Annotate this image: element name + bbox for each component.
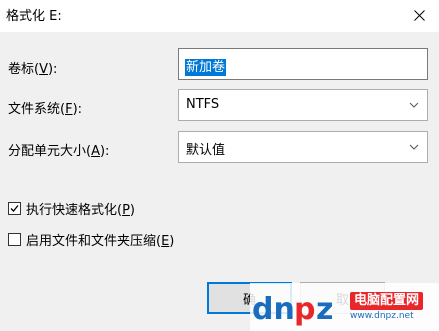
- quick-format-checkbox[interactable]: [8, 202, 21, 215]
- title-bar: 格式化 E:: [0, 0, 439, 32]
- chevron-down-icon: [409, 144, 419, 150]
- quick-format-label: 执行快速格式化(P): [26, 203, 135, 218]
- volume-label-input[interactable]: 新加卷: [178, 48, 428, 80]
- chevron-down-icon: [409, 102, 419, 108]
- compression-checkbox[interactable]: [8, 233, 21, 246]
- filesystem-caption: 文件系统(F):: [8, 102, 83, 117]
- allocation-caption: 分配单元大小(A):: [8, 144, 110, 159]
- svg-text:z: z: [316, 292, 333, 327]
- allocation-value: 默认值: [186, 143, 226, 158]
- compression-label: 启用文件和文件夹压缩(E): [26, 234, 175, 249]
- svg-text:dn: dn: [252, 292, 295, 327]
- quick-format-checkbox-row[interactable]: 执行快速格式化(P): [8, 199, 135, 218]
- svg-text:p: p: [294, 292, 315, 327]
- filesystem-value: NTFS: [186, 97, 220, 112]
- close-icon: [414, 9, 425, 21]
- dnpz-logo: dn p z: [252, 292, 333, 327]
- volume-label-caption: 卷标(V):: [8, 62, 58, 77]
- allocation-select[interactable]: 默认值: [178, 131, 428, 163]
- filesystem-select[interactable]: NTFS: [178, 89, 428, 121]
- close-button[interactable]: [400, 0, 439, 30]
- watermark: dn p z 电脑配置网 www.dnpz.net: [250, 283, 439, 331]
- compression-checkbox-row[interactable]: 启用文件和文件夹压缩(E): [8, 230, 174, 249]
- watermark-url: www.dnpz.net: [350, 311, 414, 322]
- watermark-cn-text: 电脑配置网: [350, 291, 424, 311]
- checkmark-icon: [10, 205, 19, 212]
- volume-label-value: 新加卷: [185, 59, 227, 76]
- dialog-title: 格式化 E:: [6, 9, 62, 24]
